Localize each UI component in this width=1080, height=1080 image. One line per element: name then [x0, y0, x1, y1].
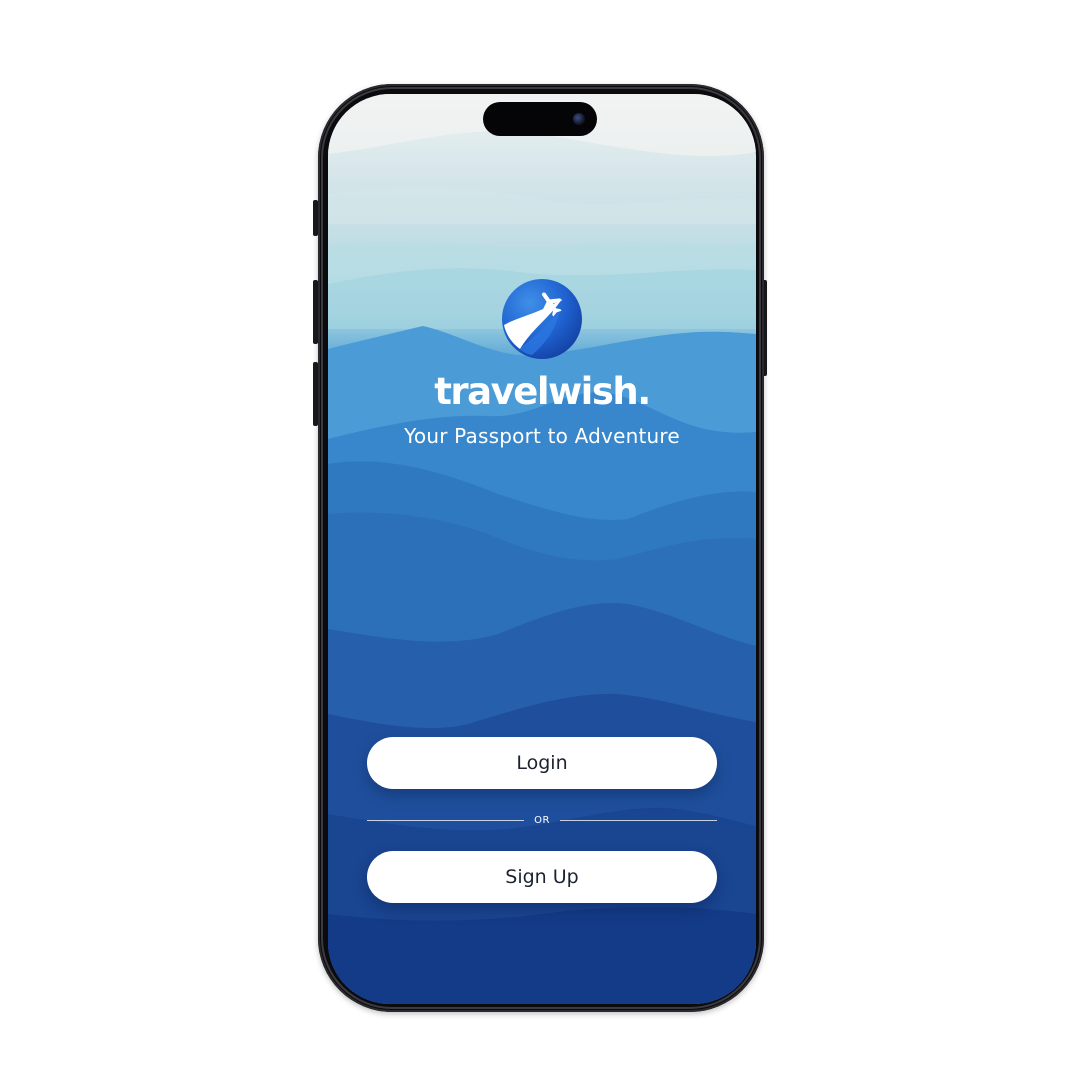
globe-airplane-icon [502, 279, 582, 359]
signup-button[interactable]: Sign Up [367, 851, 717, 903]
brand-name: travelwish. [434, 370, 651, 413]
divider-line-right [559, 819, 718, 821]
login-button[interactable]: Login [367, 737, 717, 789]
divider-text: OR [534, 814, 550, 826]
divider-line-left [367, 819, 525, 821]
tagline: Your Passport to Adventure [404, 424, 680, 448]
mockup-stage: travelwish. Your Passport to Adventure L… [0, 0, 1080, 1080]
front-camera-icon [573, 113, 585, 125]
dynamic-island [483, 102, 597, 136]
app-screen: travelwish. Your Passport to Adventure L… [328, 94, 756, 1004]
or-divider: OR [367, 811, 718, 829]
